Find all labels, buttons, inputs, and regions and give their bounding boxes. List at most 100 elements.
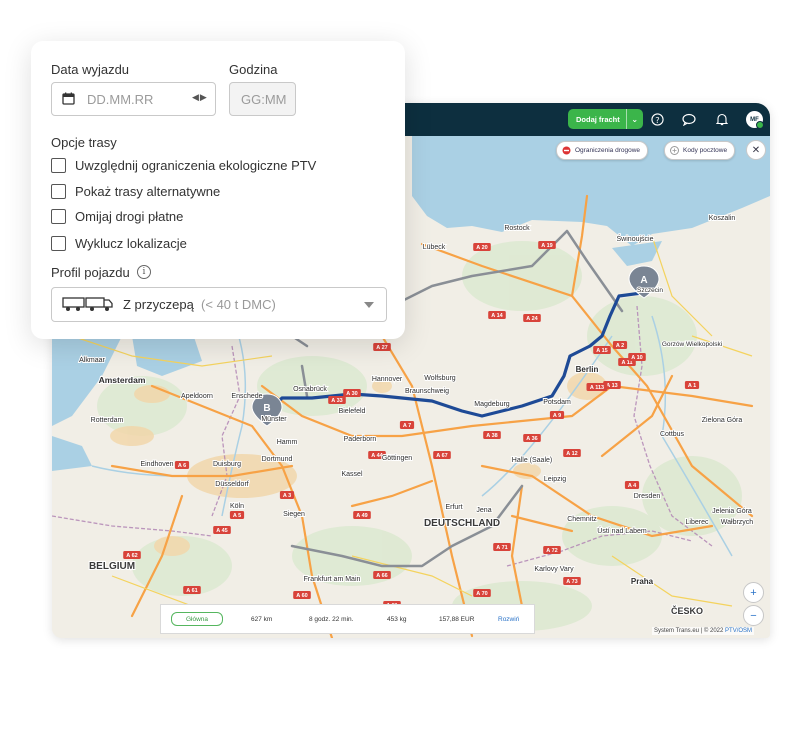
date-stepper-icon[interactable]: ◀▶ <box>192 92 208 103</box>
time-input[interactable]: GG:MM <box>229 82 296 116</box>
svg-text:?: ? <box>655 114 659 124</box>
vehicle-profile-select[interactable]: Z przyczepą (< 40 t DMC) <box>51 287 387 322</box>
zoom-in-button[interactable]: + <box>743 582 764 603</box>
svg-text:A 15: A 15 <box>596 348 607 354</box>
add-freight-button[interactable]: Dodaj fracht ⌄ <box>568 109 643 129</box>
map-copyright: System Trans.eu | © 2022 PTV/OSM <box>652 627 755 635</box>
city-label: Świnoujście <box>617 234 654 243</box>
city-label: Leipzig <box>544 476 566 483</box>
avatar[interactable]: MF <box>746 111 764 129</box>
checkbox[interactable] <box>51 157 66 173</box>
city-label: Braunschweig <box>405 388 449 395</box>
road-shield: A 45 <box>213 526 231 534</box>
svg-text:A 45: A 45 <box>216 528 227 534</box>
road-shield: A 7 <box>399 421 415 429</box>
checkbox[interactable] <box>51 183 66 199</box>
option-label: Pokaż trasy alternatywne <box>75 183 221 199</box>
city-label: Erfurt <box>445 504 462 511</box>
city-label: Jelenia Góra <box>712 508 752 515</box>
city-label: Lübeck <box>423 244 446 251</box>
option-eco-restrictions[interactable]: Uwzględnij ograniczenia ekologiczne PTV <box>51 156 316 174</box>
road-shield: A 4 <box>624 481 640 489</box>
route-label-badge[interactable]: Główna <box>171 612 223 626</box>
postal-codes-label: Kody pocztowe <box>683 147 728 154</box>
svg-text:A 19: A 19 <box>541 243 552 249</box>
option-avoid-toll-roads[interactable]: Omijaj drogi płatne <box>51 207 183 225</box>
info-icon[interactable]: i <box>137 265 151 279</box>
city-label: Osnabrück <box>293 386 327 393</box>
chevron-down-icon[interactable] <box>364 302 374 308</box>
city-label: Bielefeld <box>339 408 366 415</box>
calendar-icon[interactable] <box>62 92 75 110</box>
svg-text:A 67: A 67 <box>436 453 447 459</box>
city-label: Amsterdam <box>99 375 146 385</box>
svg-text:A 71: A 71 <box>496 545 507 551</box>
road-shield: A 61 <box>183 586 201 594</box>
svg-text:A 36: A 36 <box>526 436 537 442</box>
city-label: Liberec <box>686 519 709 526</box>
option-alternative-routes[interactable]: Pokaż trasy alternatywne <box>51 182 220 200</box>
svg-text:A 12: A 12 <box>566 451 577 457</box>
city-label: Potsdam <box>543 399 571 406</box>
help-icon[interactable]: ? <box>649 111 665 127</box>
city-label: Göttingen <box>382 455 412 462</box>
city-label: Szczecin <box>637 287 663 294</box>
checkbox[interactable] <box>51 235 66 251</box>
zoom-out-button[interactable]: − <box>743 605 764 626</box>
road-shield: A 3 <box>279 491 295 499</box>
departure-date-placeholder: DD.MM.RR <box>87 92 154 107</box>
road-shield: A 33 <box>328 396 346 404</box>
road-shield: A 15 <box>593 346 611 354</box>
road-shield: A 60 <box>293 591 311 599</box>
svg-text:A 20: A 20 <box>476 245 487 251</box>
option-exclude-locations[interactable]: Wyklucz lokalizacje <box>51 234 187 252</box>
svg-text:A 62: A 62 <box>126 553 137 559</box>
expand-route-link[interactable]: Rozwiń <box>498 616 519 623</box>
bell-icon[interactable] <box>714 111 730 127</box>
marker-a-label: A <box>640 275 647 286</box>
road-shield: A 36 <box>523 434 541 442</box>
road-shield: A 62 <box>123 551 141 559</box>
plus-icon: + <box>750 586 757 599</box>
city-label: Apeldoorn <box>181 393 213 400</box>
svg-text:A 3: A 3 <box>283 493 291 499</box>
postal-codes-chip[interactable]: Kody pocztowe <box>664 141 736 160</box>
svg-text:A 27: A 27 <box>376 345 387 351</box>
city-label: Rotterdam <box>91 417 124 424</box>
city-label: Eindhoven <box>140 461 173 468</box>
road-shield: A 73 <box>563 577 581 585</box>
city-label: ČESKO <box>671 605 703 616</box>
svg-text:A 70: A 70 <box>476 591 487 597</box>
svg-text:A 14: A 14 <box>491 313 503 319</box>
road-shield: A 113 <box>586 383 608 391</box>
city-label: Hannover <box>372 376 403 383</box>
route-weight: 453 kg <box>387 615 407 623</box>
option-label: Wyklucz lokalizacje <box>75 235 187 251</box>
time-placeholder: GG:MM <box>241 92 287 107</box>
svg-text:A 73: A 73 <box>566 579 577 585</box>
chevron-down-icon[interactable]: ⌄ <box>625 109 643 129</box>
chat-icon[interactable] <box>681 111 697 127</box>
city-label: Dortmund <box>262 456 293 463</box>
minus-icon: − <box>750 609 757 622</box>
route-duration: 8 godz. 22 min. <box>309 615 354 623</box>
checkbox[interactable] <box>51 208 66 224</box>
road-shield: A 10 <box>628 353 646 361</box>
road-shield: A 24 <box>523 314 541 322</box>
svg-text:A 5: A 5 <box>233 513 241 519</box>
route-distance: 627 km <box>251 615 273 623</box>
close-map-panel-button[interactable]: ✕ <box>746 140 766 160</box>
road-restrictions-label: Ograniczenia drogowe <box>575 147 641 154</box>
svg-text:A 30: A 30 <box>346 391 357 397</box>
city-label: Chemnitz <box>567 516 597 523</box>
route-label: Główna <box>185 615 209 623</box>
road-shield: A 14 <box>488 311 506 319</box>
copyright-text: System Trans.eu | © 2022 <box>654 628 724 634</box>
svg-text:A 1: A 1 <box>688 383 696 389</box>
svg-text:A 72: A 72 <box>546 548 557 554</box>
city-label: BELGIUM <box>89 561 135 572</box>
road-shield: A 71 <box>493 543 511 551</box>
road-restrictions-chip[interactable]: Ograniczenia drogowe <box>556 141 649 160</box>
departure-date-input[interactable]: DD.MM.RR ◀▶ <box>51 82 216 116</box>
copyright-link[interactable]: PTV/OSM <box>725 628 752 634</box>
